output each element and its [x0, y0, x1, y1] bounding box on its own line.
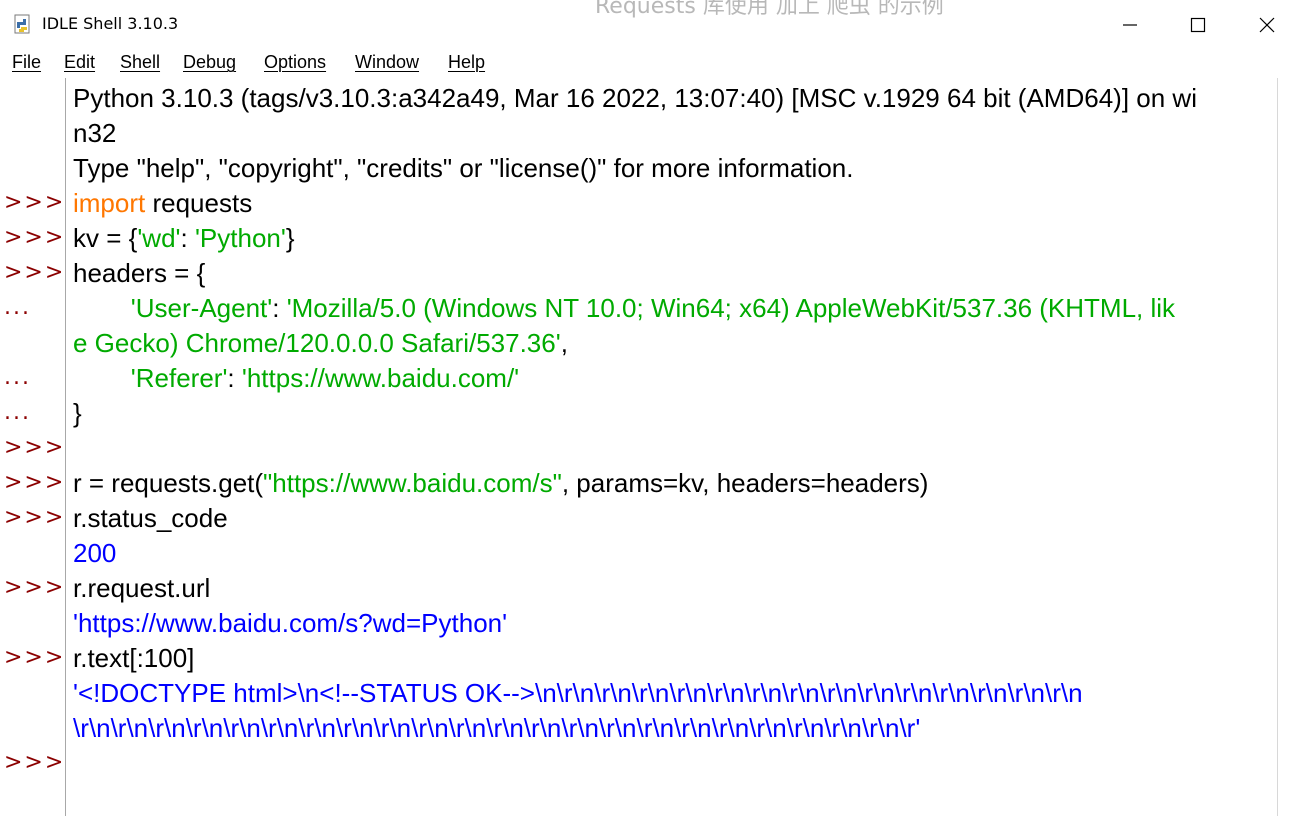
title-bar[interactable]: Requests 库使用 加上 爬虫 的示例 IDLE Shell 3.10.3: [0, 0, 1300, 50]
shell-prompt: >>>: [4, 470, 66, 495]
code-token-text: kv = {: [73, 223, 138, 253]
close-button[interactable]: [1232, 0, 1300, 50]
code-token-string: "https://www.baidu.com/s": [263, 468, 562, 498]
shell-line: 'https://www.baidu.com/s?wd=Python': [73, 606, 507, 640]
minimize-button[interactable]: [1095, 0, 1165, 50]
code-token-output: 'https://www.baidu.com/s?wd=Python': [73, 608, 508, 638]
shell-line: import requests: [73, 186, 252, 220]
code-token-keyword: import: [73, 188, 146, 218]
shell-prompt: >>>: [4, 435, 66, 460]
continuation-prompt: ...: [4, 365, 31, 390]
shell-line: r.status_code: [73, 501, 228, 535]
shell-line: e Gecko) Chrome/120.0.0.0 Safari/537.36'…: [73, 326, 568, 360]
prompt-gutter: >>> >>> >>>......... >>> >>> >>> >>> >>> >>>: [0, 78, 66, 816]
minimize-icon: [1123, 24, 1137, 26]
close-icon: [1259, 17, 1275, 33]
code-token-text: :: [272, 293, 287, 323]
shell-prompt: >>>: [4, 575, 66, 600]
shell-line: 'Referer': 'https://www.baidu.com/': [73, 361, 519, 395]
code-token-string: 'Python': [194, 223, 286, 253]
shell-prompt: >>>: [4, 750, 66, 775]
shell-prompt: >>>: [4, 505, 66, 530]
code-token-text: , params=kv, headers=headers): [561, 468, 929, 498]
code-token-text: }: [73, 398, 82, 428]
background-window-title: Requests 库使用 加上 爬虫 的示例: [595, 0, 944, 19]
code-token-string: 'https://www.baidu.com/': [241, 363, 520, 393]
shell-line: \r\n\r\n\r\n\r\n\r\n\r\n\r\n\r\n\r\n\r\n…: [73, 711, 920, 745]
shell-line: r = requests.get("https://www.baidu.com/…: [73, 466, 928, 500]
code-token-text: r.status_code: [73, 503, 228, 533]
shell-line: Type "help", "copyright", "credits" or "…: [73, 151, 853, 185]
code-token-string: 'Referer': [130, 363, 228, 393]
menu-window[interactable]: Window: [355, 52, 419, 73]
code-token-string: 'User-Agent': [130, 293, 273, 323]
shell-prompt: >>>: [4, 225, 66, 250]
shell-line: }: [73, 396, 82, 430]
code-token-text: r.request.url: [73, 573, 211, 603]
code-token-text: headers = {: [73, 258, 206, 288]
code-token-string: 'wd': [137, 223, 181, 253]
shell-prompt: >>>: [4, 645, 66, 670]
shell-area: >>> >>> >>>......... >>> >>> >>> >>> >>> >>> Pyt…: [0, 78, 1300, 816]
shell-line: '<!DOCTYPE html>\n<!--STATUS OK-->\n\r\n…: [73, 676, 1083, 710]
shell-line: r.request.url: [73, 571, 210, 605]
menu-help[interactable]: Help: [448, 52, 485, 73]
code-token-text: }: [285, 223, 295, 253]
code-token-output: '<!DOCTYPE html>\n<!--STATUS OK-->\n\r\n…: [73, 678, 1083, 708]
continuation-prompt: ...: [4, 295, 31, 320]
code-token-text: :: [227, 363, 242, 393]
menu-bar: File Edit Shell Debug Options Window Hel…: [0, 50, 1300, 78]
maximize-icon: [1190, 17, 1206, 33]
shell-prompt: >>>: [4, 190, 66, 215]
code-token-text: Type "help", "copyright", "credits" or "…: [73, 153, 854, 183]
shell-line: Python 3.10.3 (tags/v3.10.3:a342a49, Mar…: [73, 81, 1197, 115]
menu-shell[interactable]: Shell: [120, 52, 160, 73]
code-token-text: n32: [73, 118, 117, 148]
code-token-output: \r\n\r\n\r\n\r\n\r\n\r\n\r\n\r\n\r\n\r\n…: [73, 713, 921, 743]
shell-line: 200: [73, 536, 116, 570]
code-token-string: 'Mozilla/5.0 (Windows NT 10.0; Win64; x6…: [286, 293, 1176, 323]
code-token-output: 200: [73, 538, 117, 568]
code-token-text: Python 3.10.3 (tags/v3.10.3:a342a49, Mar…: [73, 83, 1197, 113]
menu-options[interactable]: Options: [264, 52, 326, 73]
shell-text-area[interactable]: Python 3.10.3 (tags/v3.10.3:a342a49, Mar…: [67, 78, 1277, 816]
menu-debug[interactable]: Debug: [183, 52, 236, 73]
vertical-scrollbar[interactable]: [1277, 78, 1300, 816]
python-idle-icon: [14, 14, 30, 34]
code-token-text: :: [180, 223, 195, 253]
code-token-text: r = requests.get(: [73, 468, 264, 498]
maximize-button[interactable]: [1163, 0, 1233, 50]
shell-prompt: >>>: [4, 260, 66, 285]
menu-edit[interactable]: Edit: [64, 52, 95, 73]
shell-line: kv = {'wd': 'Python'}: [73, 221, 295, 255]
continuation-prompt: ...: [4, 400, 31, 425]
code-token-string: e Gecko) Chrome/120.0.0.0 Safari/537.36': [73, 328, 561, 358]
shell-line: 'User-Agent': 'Mozilla/5.0 (Windows NT 1…: [73, 291, 1175, 325]
shell-line: headers = {: [73, 256, 205, 290]
shell-line: r.text[:100]: [73, 641, 194, 675]
shell-line: n32: [73, 116, 116, 150]
window-title: IDLE Shell 3.10.3: [42, 14, 179, 33]
code-token-text: r.text[:100]: [73, 643, 195, 673]
code-token-text: ,: [560, 328, 568, 358]
menu-file[interactable]: File: [12, 52, 41, 73]
code-token-text: requests: [145, 188, 253, 218]
